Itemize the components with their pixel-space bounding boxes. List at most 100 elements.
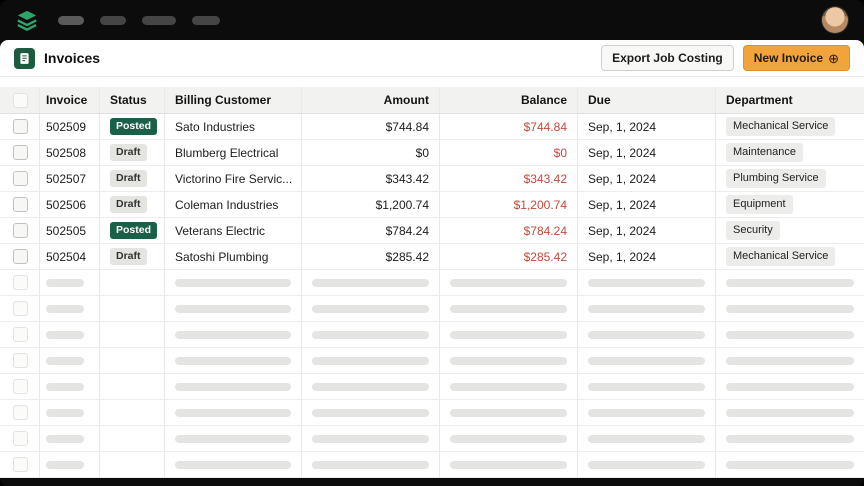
row-checkbox-cell: [0, 244, 40, 269]
skeleton-department-cell: [716, 426, 864, 451]
skeleton-checkbox: [13, 431, 28, 446]
invoice-number-cell: 502505: [40, 218, 100, 243]
skeleton-checkbox-cell: [0, 452, 40, 477]
amount-cell: $343.42: [302, 166, 440, 191]
nav-placeholder: [58, 15, 84, 25]
skeleton-bar: [175, 304, 291, 313]
skeleton-bar: [450, 330, 567, 339]
table-body: 502509 Posted Sato Industries $744.84 $7…: [0, 114, 864, 478]
skeleton-checkbox: [13, 353, 28, 368]
due-cell: Sep, 1, 2024: [578, 166, 716, 191]
row-checkbox[interactable]: [13, 249, 28, 264]
row-checkbox[interactable]: [13, 119, 28, 134]
customer-cell: Coleman Industries: [165, 192, 302, 217]
skeleton-invoice-cell: [40, 400, 100, 425]
column-header-invoice[interactable]: Invoice: [40, 87, 100, 113]
plus-circle-icon: ⊕: [828, 50, 839, 66]
due-cell: Sep, 1, 2024: [578, 114, 716, 139]
skeleton-invoice-cell: [40, 348, 100, 373]
skeleton-bar: [46, 382, 84, 391]
department-cell: Security: [716, 218, 864, 243]
skeleton-due-cell: [578, 374, 716, 399]
status-cell: Posted: [100, 218, 165, 243]
skeleton-amount-cell: [302, 348, 440, 373]
skeleton-checkbox: [13, 327, 28, 342]
row-checkbox[interactable]: [13, 223, 28, 238]
department-badge: Mechanical Service: [726, 247, 836, 266]
skeleton-bar: [726, 330, 854, 339]
row-checkbox[interactable]: [13, 197, 28, 212]
table-row[interactable]: 502509 Posted Sato Industries $744.84 $7…: [0, 114, 864, 140]
skeleton-status-cell: [100, 452, 165, 477]
column-header-status[interactable]: Status: [100, 87, 165, 113]
table-row[interactable]: 502504 Draft Satoshi Plumbing $285.42 $2…: [0, 244, 864, 270]
invoice-number-cell: 502509: [40, 114, 100, 139]
table-row[interactable]: 502507 Draft Victorino Fire Servic... $3…: [0, 166, 864, 192]
skeleton-department-cell: [716, 322, 864, 347]
skeleton-bar: [175, 356, 291, 365]
skeleton-row: [0, 296, 864, 322]
skeleton-row: [0, 400, 864, 426]
app-window: Invoices Export Job Costing New Invoice …: [0, 0, 864, 486]
skeleton-checkbox: [13, 275, 28, 290]
amount-cell: $1,200.74: [302, 192, 440, 217]
column-header-customer[interactable]: Billing Customer: [165, 87, 302, 113]
table-row[interactable]: 502506 Draft Coleman Industries $1,200.7…: [0, 192, 864, 218]
skeleton-bar: [588, 304, 705, 313]
skeleton-due-cell: [578, 452, 716, 477]
skeleton-bar: [588, 408, 705, 417]
topbar: [0, 0, 864, 40]
status-cell: Draft: [100, 166, 165, 191]
skeleton-bar: [46, 408, 84, 417]
column-header-amount[interactable]: Amount: [302, 87, 440, 113]
row-checkbox-cell: [0, 140, 40, 165]
invoice-number-cell: 502506: [40, 192, 100, 217]
skeleton-department-cell: [716, 374, 864, 399]
skeleton-bar: [312, 408, 429, 417]
select-all-checkbox[interactable]: [13, 92, 28, 108]
status-badge: Posted: [110, 222, 158, 239]
skeleton-bar: [588, 278, 705, 287]
skeleton-row: [0, 426, 864, 452]
export-job-costing-button[interactable]: Export Job Costing: [601, 45, 734, 71]
skeleton-status-cell: [100, 322, 165, 347]
skeleton-bar: [726, 278, 854, 287]
skeleton-due-cell: [578, 322, 716, 347]
avatar[interactable]: [822, 7, 848, 33]
skeleton-customer-cell: [165, 322, 302, 347]
skeleton-amount-cell: [302, 322, 440, 347]
skeleton-customer-cell: [165, 296, 302, 321]
invoice-icon: [14, 47, 35, 69]
balance-cell: $343.42: [440, 166, 578, 191]
skeleton-checkbox-cell: [0, 270, 40, 295]
skeleton-bar: [312, 382, 429, 391]
page-title: Invoices: [44, 50, 101, 66]
skeleton-bar: [175, 408, 291, 417]
amount-cell: $744.84: [302, 114, 440, 139]
column-header-balance[interactable]: Balance: [440, 87, 578, 113]
skeleton-row: [0, 348, 864, 374]
skeleton-invoice-cell: [40, 322, 100, 347]
customer-cell: Veterans Electric: [165, 218, 302, 243]
nav-placeholder: [100, 15, 126, 25]
balance-cell: $0: [440, 140, 578, 165]
column-header-due[interactable]: Due: [578, 87, 716, 113]
skeleton-department-cell: [716, 452, 864, 477]
skeleton-bar: [588, 356, 705, 365]
skeleton-checkbox: [13, 301, 28, 316]
column-header-department[interactable]: Department: [716, 87, 864, 113]
row-checkbox[interactable]: [13, 145, 28, 160]
skeleton-checkbox-cell: [0, 374, 40, 399]
select-all-cell: [0, 87, 40, 113]
table-row[interactable]: 502505 Posted Veterans Electric $784.24 …: [0, 218, 864, 244]
skeleton-amount-cell: [302, 426, 440, 451]
skeleton-bar: [175, 382, 291, 391]
table-row[interactable]: 502508 Draft Blumberg Electrical $0 $0 S…: [0, 140, 864, 166]
row-checkbox[interactable]: [13, 171, 28, 186]
skeleton-invoice-cell: [40, 270, 100, 295]
skeleton-bar: [312, 356, 429, 365]
row-checkbox-cell: [0, 192, 40, 217]
new-invoice-button[interactable]: New Invoice ⊕: [742, 45, 850, 71]
skeleton-bar: [46, 460, 84, 469]
layers-logo-icon[interactable]: [16, 9, 38, 31]
